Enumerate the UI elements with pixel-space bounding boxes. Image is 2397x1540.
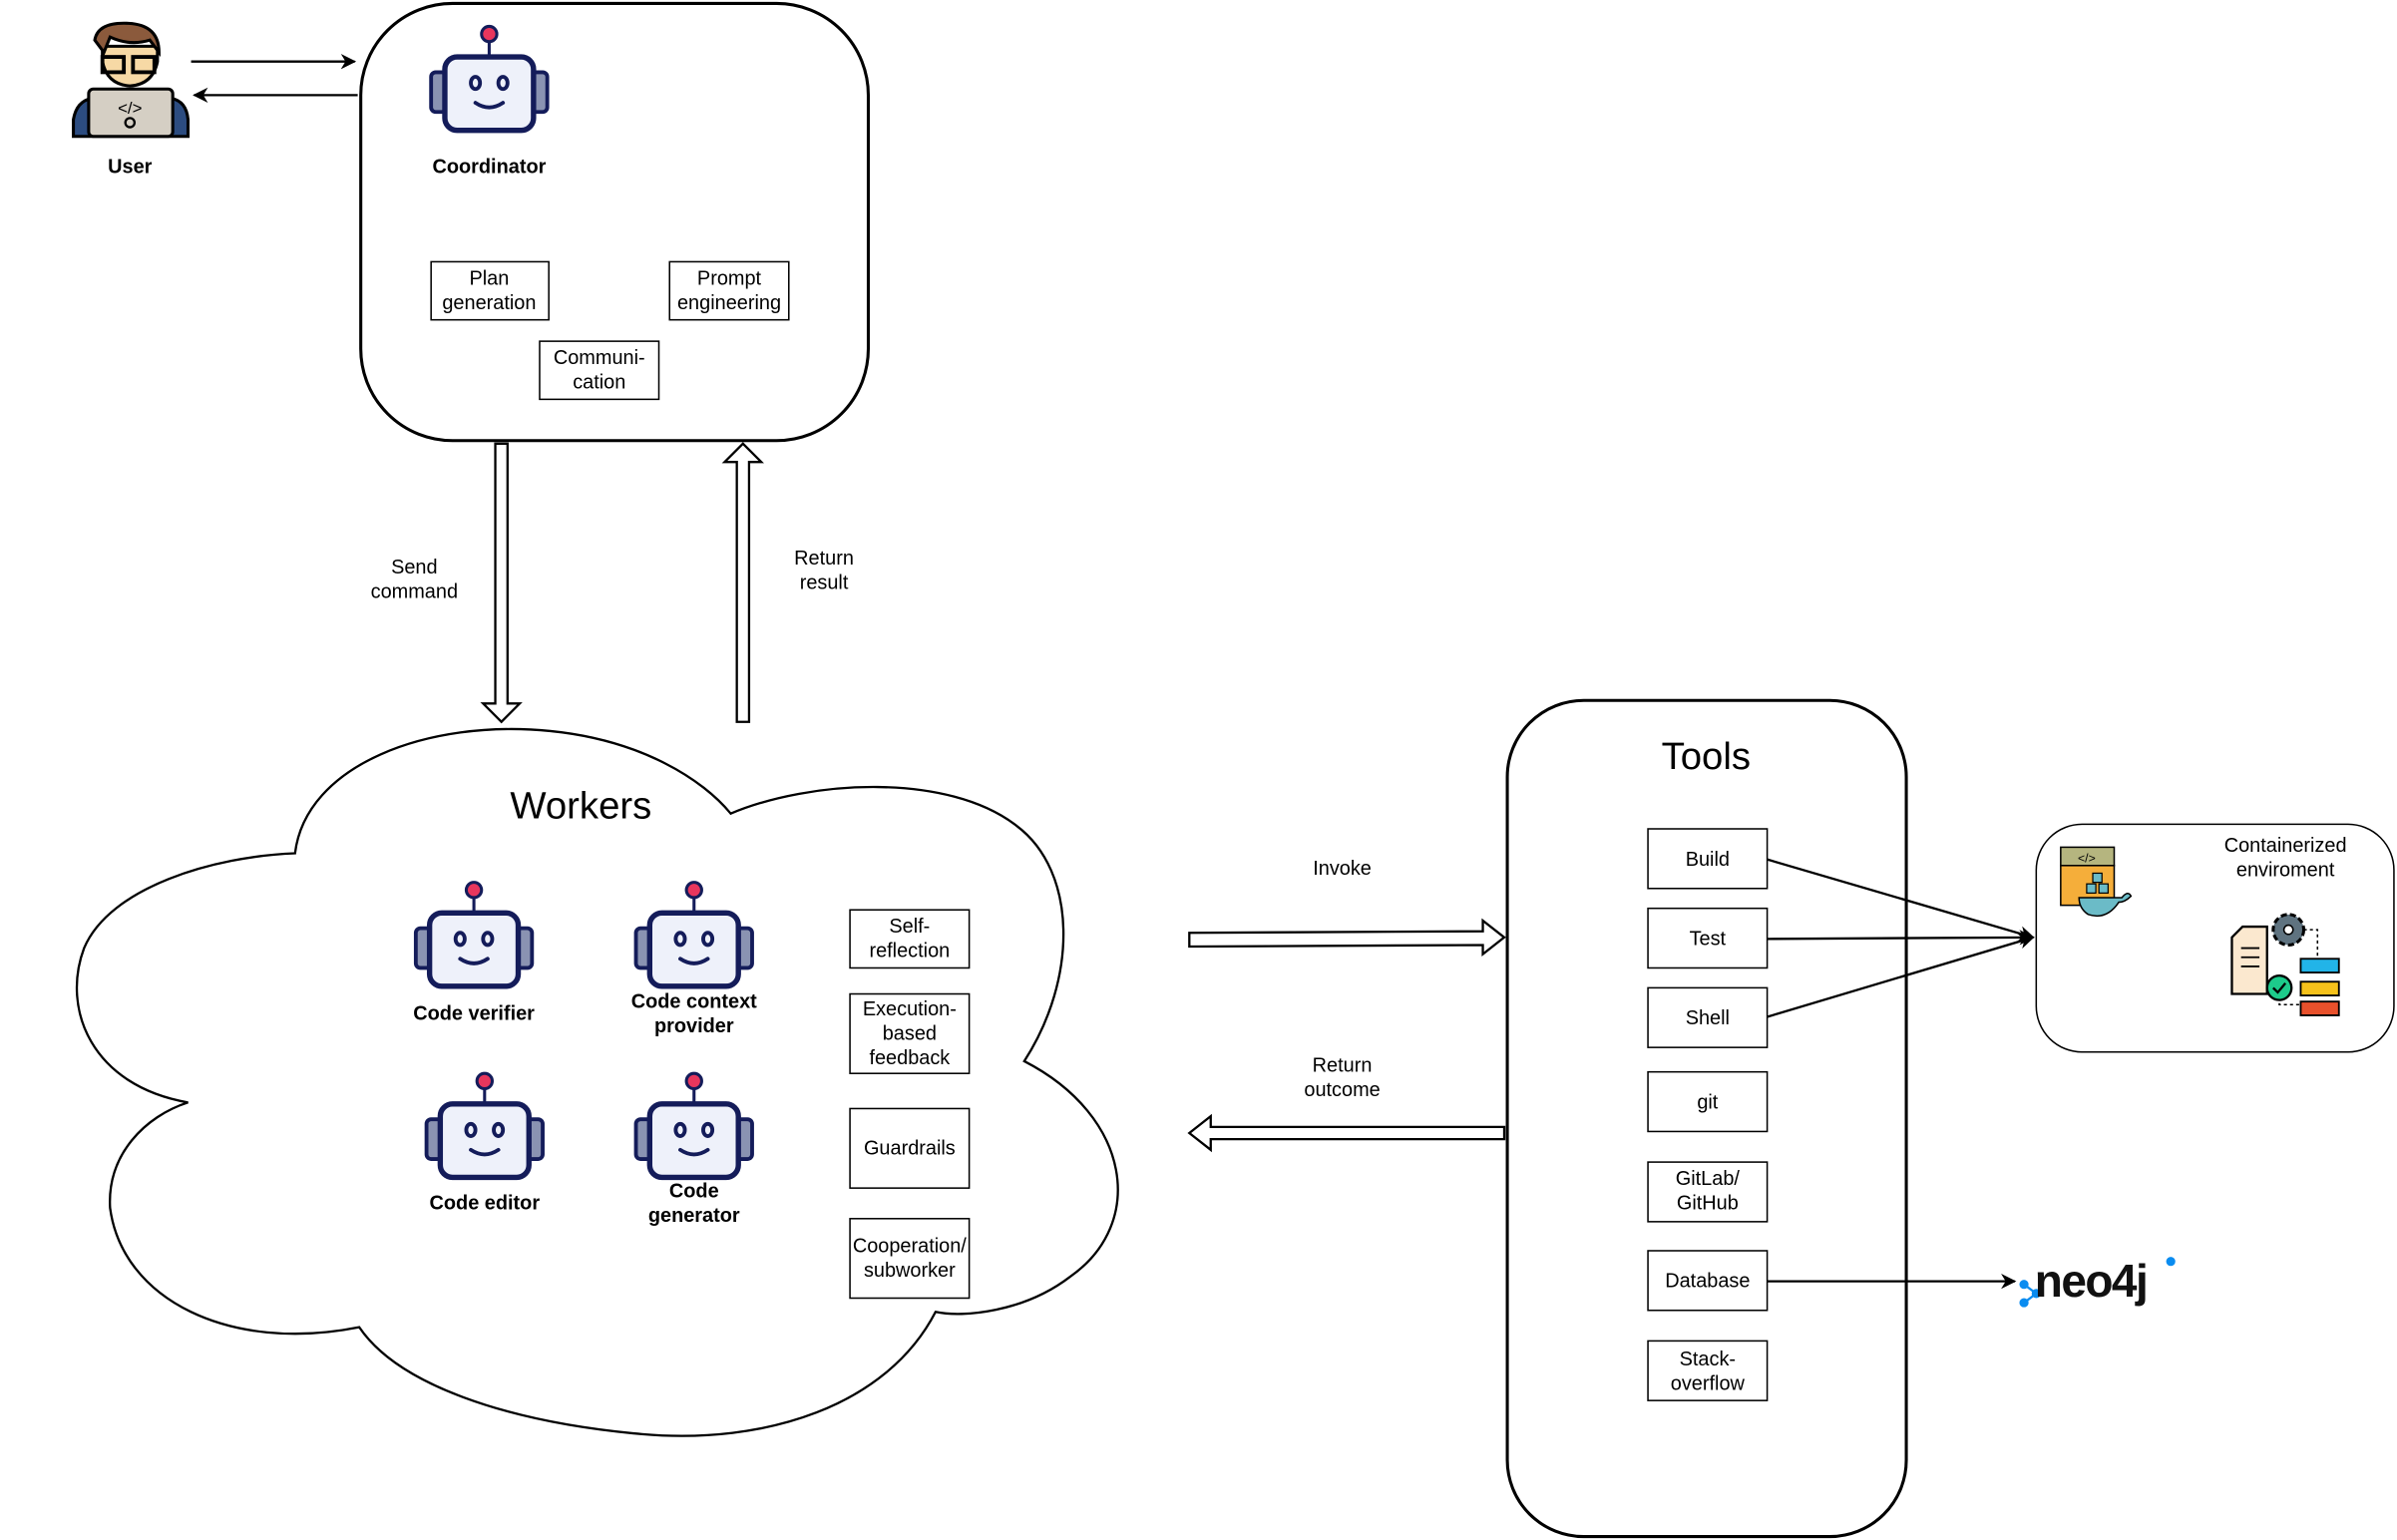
tool-build: Build xyxy=(1647,828,1769,890)
return-outcome-arrow xyxy=(1187,1113,1506,1153)
tool-stack-overflow: Stack-overflow xyxy=(1647,1340,1769,1401)
capability-self-reflection: Self- reflection xyxy=(849,909,971,969)
send-command-label: Send xyxy=(391,557,437,578)
agent-code-generator-label: Code xyxy=(669,1180,719,1202)
user-label: User xyxy=(108,157,153,179)
agent-code-verifier-label: Code verifier xyxy=(413,1003,535,1025)
tool-git: git xyxy=(1647,1070,1769,1133)
svg-text:cation: cation xyxy=(573,372,625,394)
container-label-2: enviroment xyxy=(2236,860,2335,882)
svg-text:Plan: Plan xyxy=(469,267,509,289)
svg-text:Communi-: Communi- xyxy=(554,347,645,369)
tool-gitlab-github: GitLab/GitHub xyxy=(1647,1161,1769,1223)
send-command-arrow xyxy=(480,442,523,724)
invoke-arrow xyxy=(1188,918,1506,958)
svg-text:generation: generation xyxy=(442,292,536,314)
module-plan-generation: Plan generation xyxy=(430,260,550,321)
agent-code-context-provider-label-2: provider xyxy=(654,1015,734,1037)
agent-code-editor-label: Code editor xyxy=(430,1193,541,1215)
return-result-arrow xyxy=(721,442,764,723)
return-result-label-2: result xyxy=(800,572,849,593)
svg-text:neo4j: neo4j xyxy=(2035,1255,2147,1307)
svg-text:Stack-: Stack- xyxy=(1680,1348,1736,1370)
architecture-diagram: </> User Coordinator Plan generation Pro… xyxy=(72,1,2395,1539)
module-communication: Communi- cation xyxy=(539,340,660,401)
return-result-label: Return xyxy=(794,548,854,570)
agent-code-context-provider-label: Code context xyxy=(631,990,757,1012)
svg-text:git: git xyxy=(1697,1091,1718,1113)
agent-code-generator-label-2: generator xyxy=(648,1205,740,1227)
capability-execution-based-feedback: Execution- based feedback xyxy=(849,992,971,1074)
svg-text:</>: </> xyxy=(118,99,143,118)
user-icon: </> xyxy=(72,21,191,139)
container-label: Containerized xyxy=(2224,835,2347,857)
svg-text:</>: </> xyxy=(2078,852,2096,866)
svg-text:Self-: Self- xyxy=(889,916,930,938)
tool-test: Test xyxy=(1647,907,1769,969)
capability-cooperation-subworker: Cooperation/ subworker xyxy=(849,1218,971,1300)
invoke-label: Invoke xyxy=(1313,858,1372,880)
module-prompt-engineering: Prompt engineering xyxy=(668,260,790,321)
svg-text:Prompt: Prompt xyxy=(697,267,762,289)
svg-text:Build: Build xyxy=(1686,849,1730,871)
svg-text:Guardrails: Guardrails xyxy=(864,1137,956,1159)
neo4j-logo: neo4j xyxy=(2019,1255,2176,1308)
svg-text:GitHub: GitHub xyxy=(1677,1193,1739,1215)
workers-title: Workers xyxy=(510,784,651,827)
svg-text:subworker: subworker xyxy=(864,1260,956,1282)
capability-guardrails: Guardrails xyxy=(849,1107,971,1189)
return-outcome-label-2: outcome xyxy=(1304,1079,1380,1101)
svg-text:feedback: feedback xyxy=(869,1047,950,1069)
svg-text:Test: Test xyxy=(1690,928,1727,950)
workers-cloud xyxy=(75,727,1119,1437)
svg-text:Database: Database xyxy=(1665,1271,1750,1293)
svg-text:Execution-: Execution- xyxy=(863,998,957,1020)
test-to-container-arrow xyxy=(1767,930,2035,946)
svg-text:GitLab/: GitLab/ xyxy=(1676,1168,1741,1190)
tool-shell: Shell xyxy=(1647,986,1769,1048)
return-outcome-label: Return xyxy=(1313,1055,1373,1077)
svg-text:Shell: Shell xyxy=(1686,1007,1730,1029)
coordinator-label: Coordinator xyxy=(432,157,546,179)
svg-text:engineering: engineering xyxy=(677,292,781,314)
tools-title: Tools xyxy=(1662,735,1751,778)
send-command-label-2: command xyxy=(371,581,458,603)
svg-text:overflow: overflow xyxy=(1671,1372,1746,1394)
svg-text:reflection: reflection xyxy=(869,941,950,962)
svg-text:based: based xyxy=(883,1022,937,1044)
tool-database: Database xyxy=(1647,1250,1769,1312)
svg-text:Cooperation/: Cooperation/ xyxy=(853,1236,967,1258)
